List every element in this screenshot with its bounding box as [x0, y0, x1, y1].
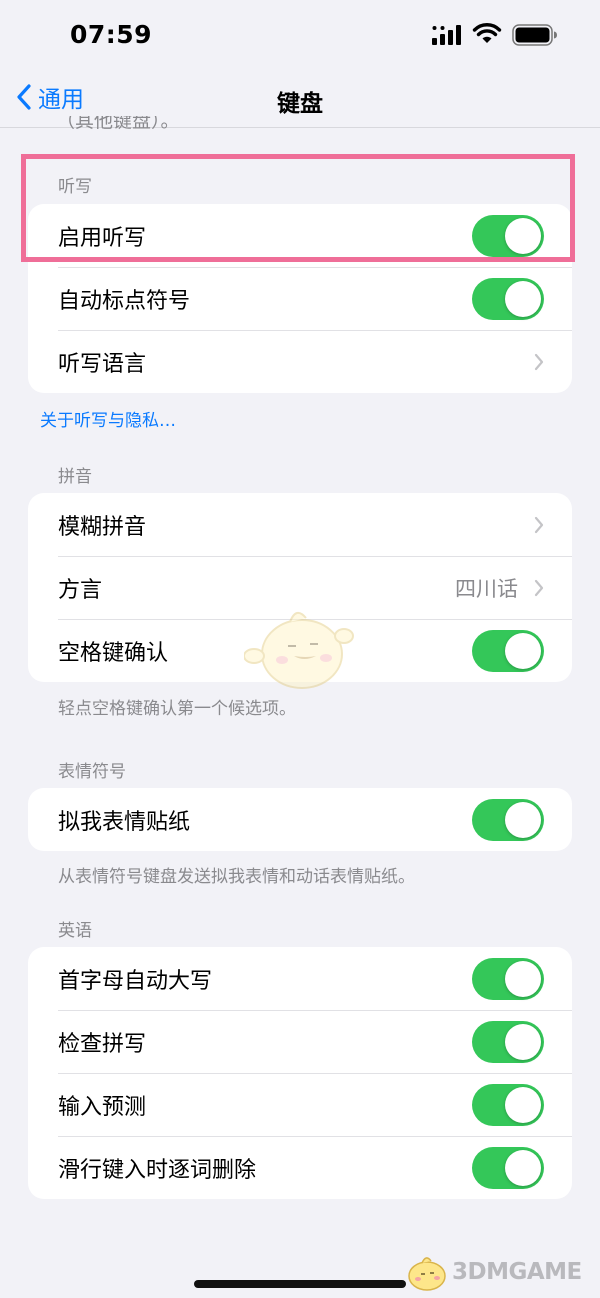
toggle-knob — [505, 281, 541, 317]
pinyin-footer: 轻点空格键确认第一个候选项。 — [58, 699, 296, 719]
section-header-english: 英语 — [58, 921, 92, 941]
watermark: 3DMGAME — [404, 1252, 594, 1292]
watermark-mascot-icon — [408, 1257, 446, 1291]
row-predictive: 输入预测 — [28, 1073, 572, 1136]
toggle-knob — [505, 633, 541, 669]
toggle-knob — [505, 1150, 541, 1186]
row-label: 方言 — [58, 577, 103, 603]
row-label: 滑行键入时逐词删除 — [58, 1157, 257, 1183]
toggle-knob — [505, 961, 541, 997]
page-title: 键盘 — [277, 91, 323, 117]
auto-capitalization-toggle[interactable] — [472, 958, 544, 1000]
row-slide-delete-word: 滑行键入时逐词删除 — [28, 1136, 572, 1199]
row-dictation-languages[interactable]: 听写语言 — [28, 330, 572, 393]
row-check-spelling: 检查拼写 — [28, 1010, 572, 1073]
chevron-right-icon — [534, 516, 544, 534]
memoji-stickers-toggle[interactable] — [472, 799, 544, 841]
cellular-signal-icon — [432, 25, 461, 45]
predictive-toggle[interactable] — [472, 1084, 544, 1126]
wifi-icon — [472, 23, 502, 43]
slide-delete-word-toggle[interactable] — [472, 1147, 544, 1189]
row-fuzzy-pinyin[interactable]: 模糊拼音 — [28, 493, 572, 556]
battery-icon — [512, 24, 557, 46]
highlight-box — [21, 154, 575, 262]
status-bar: 07:59 — [0, 0, 600, 70]
row-label: 首字母自动大写 — [58, 968, 213, 994]
dialect-value: 四川话 — [455, 576, 518, 601]
row-memoji-stickers: 拟我表情贴纸 — [28, 788, 572, 851]
row-label: 检查拼写 — [58, 1031, 147, 1057]
section-header-pinyin: 拼音 — [58, 467, 92, 487]
home-indicator — [194, 1280, 406, 1288]
english-group: 首字母自动大写 检查拼写 输入预测 滑行键入时逐词删除 — [28, 947, 572, 1199]
row-label: 拟我表情贴纸 — [58, 809, 191, 835]
toggle-knob — [505, 1024, 541, 1060]
row-label: 模糊拼音 — [58, 514, 147, 540]
status-time: 07:59 — [70, 20, 153, 49]
row-label: 空格键确认 — [58, 640, 169, 666]
chevron-right-icon — [534, 353, 544, 371]
section-header-emoji: 表情符号 — [58, 762, 126, 782]
space-confirm-toggle[interactable] — [472, 630, 544, 672]
mascot-watermark-icon — [244, 611, 354, 689]
toggle-knob — [505, 1087, 541, 1123]
row-auto-punctuation: 自动标点符号 — [28, 267, 572, 330]
toggle-knob — [505, 802, 541, 838]
row-label: 自动标点符号 — [58, 288, 191, 314]
row-label: 听写语言 — [58, 351, 147, 377]
row-auto-capitalization: 首字母自动大写 — [28, 947, 572, 1010]
auto-punctuation-toggle[interactable] — [472, 278, 544, 320]
chevron-right-icon — [534, 579, 544, 597]
emoji-group: 拟我表情贴纸 — [28, 788, 572, 851]
clipped-previous-footer: （其他键盘）。 — [56, 116, 180, 132]
emoji-footer: 从表情符号键盘发送拟我表情和动话表情贴纸。 — [58, 867, 415, 887]
about-dictation-privacy-link[interactable]: 关于听写与隐私… — [40, 406, 176, 431]
row-label: 输入预测 — [58, 1094, 147, 1120]
watermark-text: 3DMGAME — [452, 1259, 582, 1285]
check-spelling-toggle[interactable] — [472, 1021, 544, 1063]
